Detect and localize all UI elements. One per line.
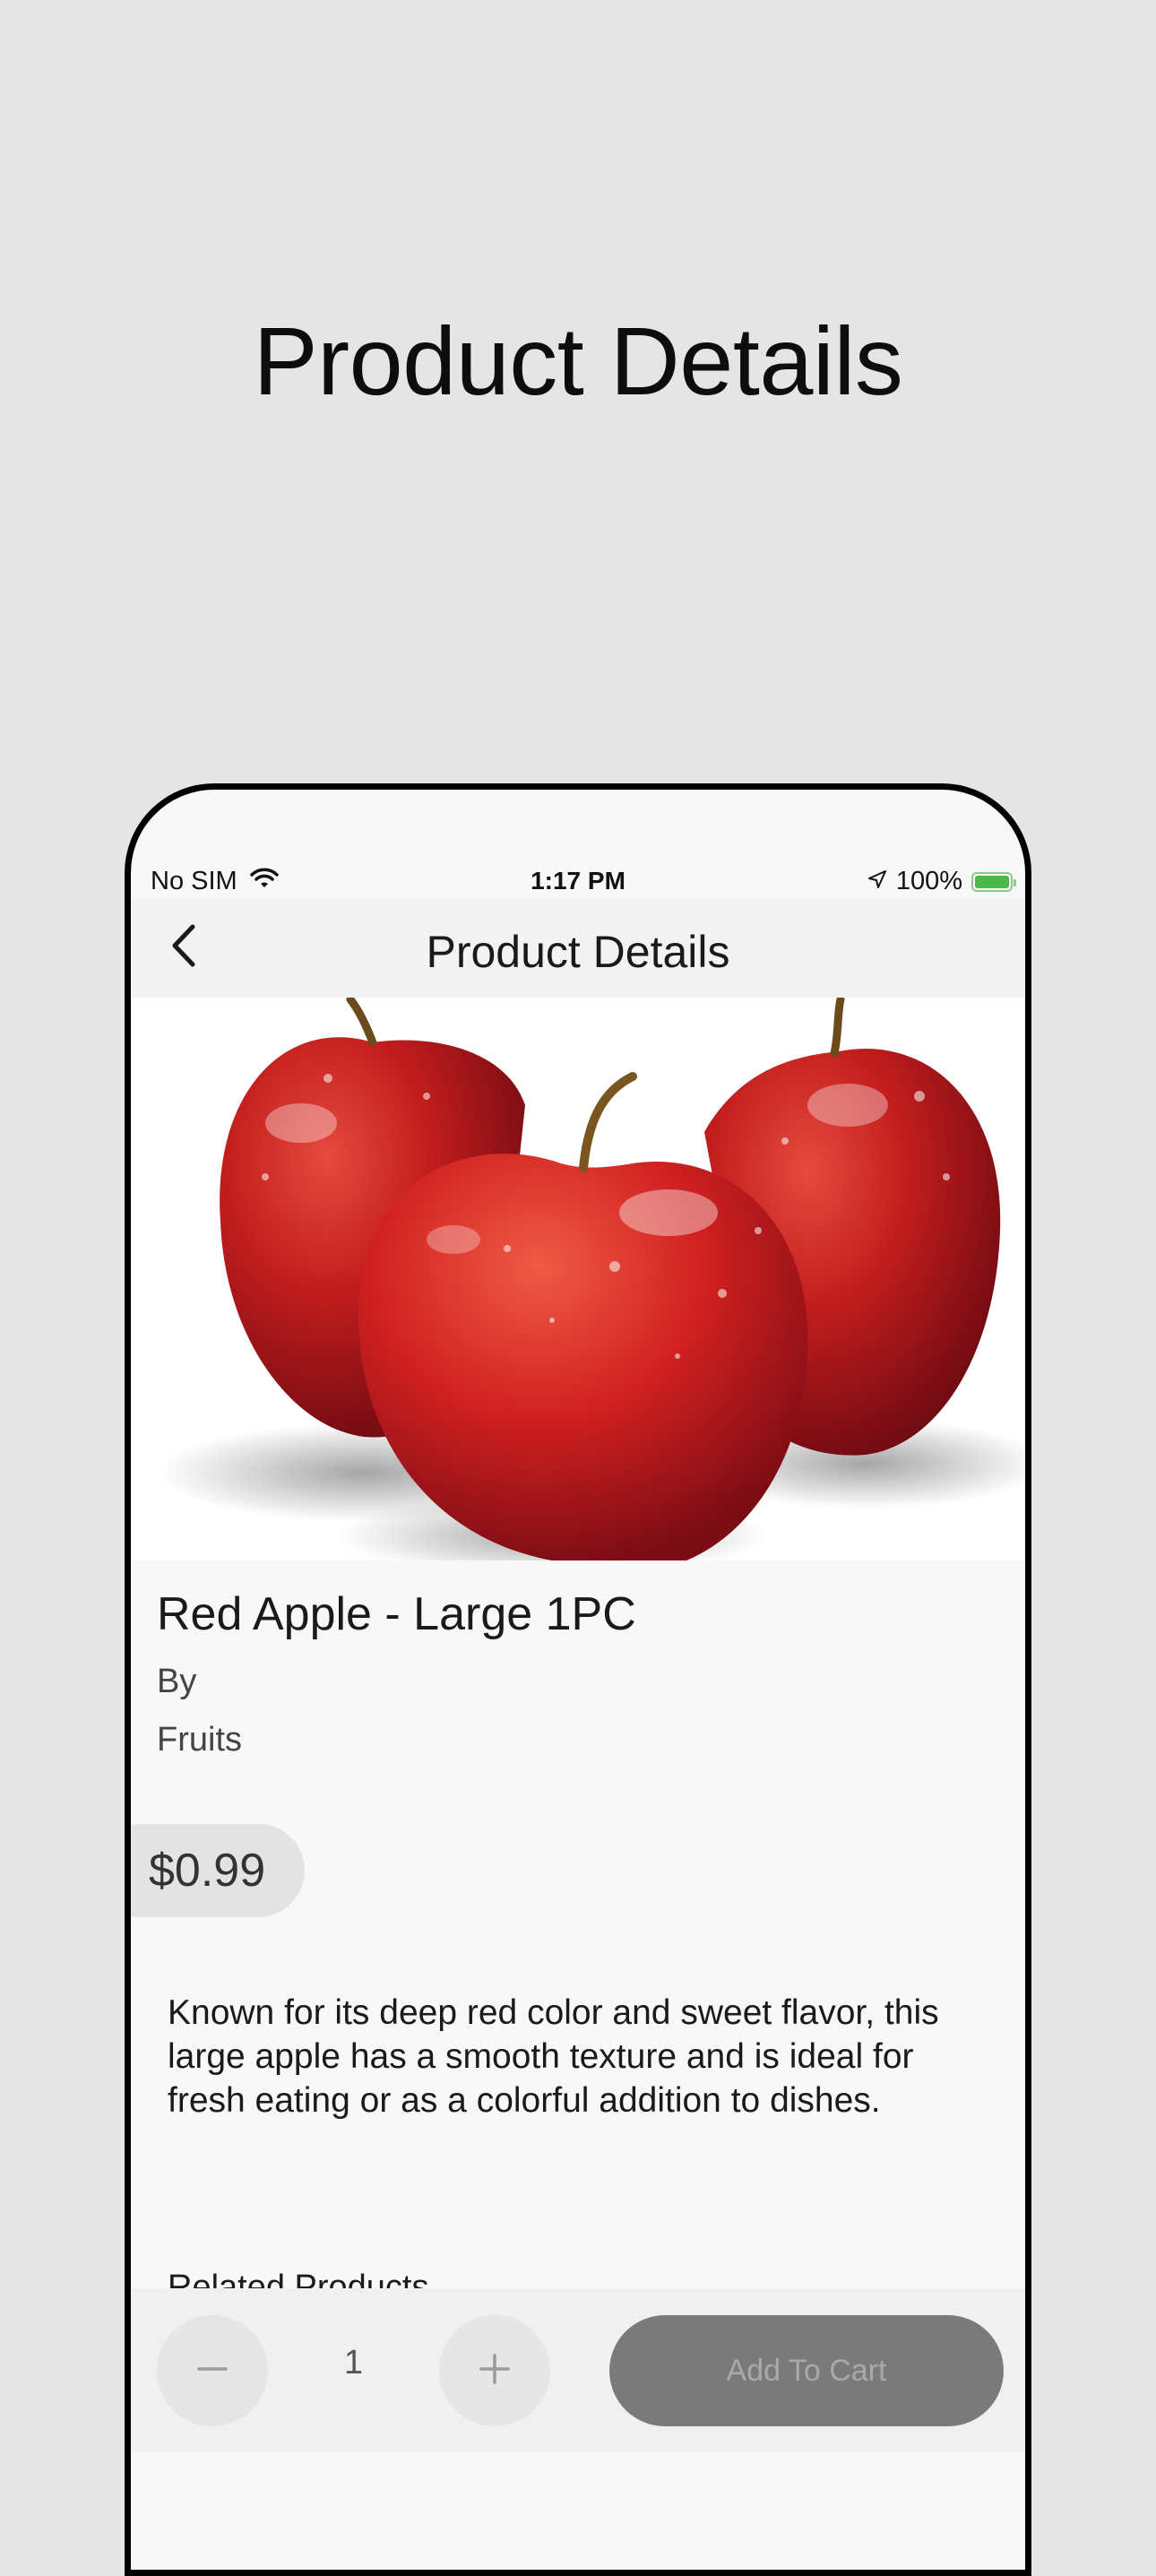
- brand-by-label: By: [157, 1663, 197, 1700]
- decrease-quantity-button[interactable]: [157, 2315, 268, 2426]
- quantity-value: 1: [343, 2344, 364, 2382]
- product-image: [131, 998, 1025, 1560]
- product-description: Known for its deep red color and sweet f…: [168, 1993, 939, 2120]
- battery-percent: 100%: [895, 867, 962, 895]
- product-category: Fruits: [157, 1721, 242, 1759]
- price-badge: $0.99: [131, 1824, 306, 1917]
- page-title: Product Details: [253, 307, 903, 415]
- increase-quantity-button[interactable]: [439, 2315, 550, 2426]
- nav-title: Product Details: [426, 927, 730, 977]
- navigation-bar: Product Details: [131, 899, 1025, 998]
- cart-action-bar: 1 Add To Cart: [131, 2288, 1025, 2452]
- location-arrow-icon: [867, 867, 887, 896]
- add-to-cart-label: Add To Cart: [726, 2353, 887, 2388]
- add-to-cart-button[interactable]: Add To Cart: [609, 2315, 1004, 2426]
- plus-icon: [479, 2353, 511, 2390]
- battery-charging-icon: [971, 871, 1016, 892]
- status-right: 100%: [867, 867, 1016, 896]
- minus-icon: [196, 2353, 229, 2390]
- product-name: Red Apple - Large 1PC: [157, 1588, 636, 1640]
- price-value: $0.99: [149, 1845, 266, 1897]
- status-bar: No SIM 1:17 PM 100%: [131, 790, 1025, 899]
- phone-frame: No SIM 1:17 PM 100% Product Details Red …: [125, 783, 1031, 2576]
